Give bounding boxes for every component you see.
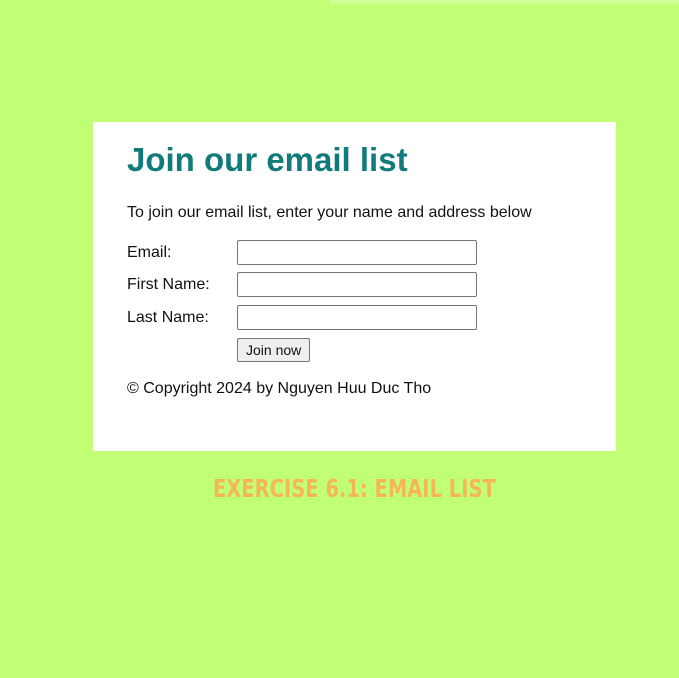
exercise-caption: EXERCISE 6.1: EMAIL LIST	[212, 474, 496, 503]
first-name-label: First Name:	[127, 276, 210, 293]
top-shade	[330, 0, 679, 6]
first-name-input[interactable]	[237, 272, 477, 297]
email-row: Email:	[127, 240, 587, 266]
first-name-row: First Name:	[127, 272, 587, 298]
join-now-button[interactable]: Join now	[237, 338, 311, 362]
last-name-label: Last Name:	[127, 309, 209, 326]
email-input[interactable]	[237, 240, 477, 265]
email-label: Email:	[127, 244, 172, 261]
intro-text: To join our email list, enter your name …	[127, 204, 532, 221]
email-form-card: Join our email list To join our email li…	[93, 122, 616, 451]
page-title: Join our email list	[127, 141, 408, 178]
copyright-text: © Copyright 2024 by Nguyen Huu Duc Tho	[127, 380, 432, 397]
last-name-row: Last Name:	[127, 305, 587, 331]
last-name-input[interactable]	[237, 305, 477, 330]
